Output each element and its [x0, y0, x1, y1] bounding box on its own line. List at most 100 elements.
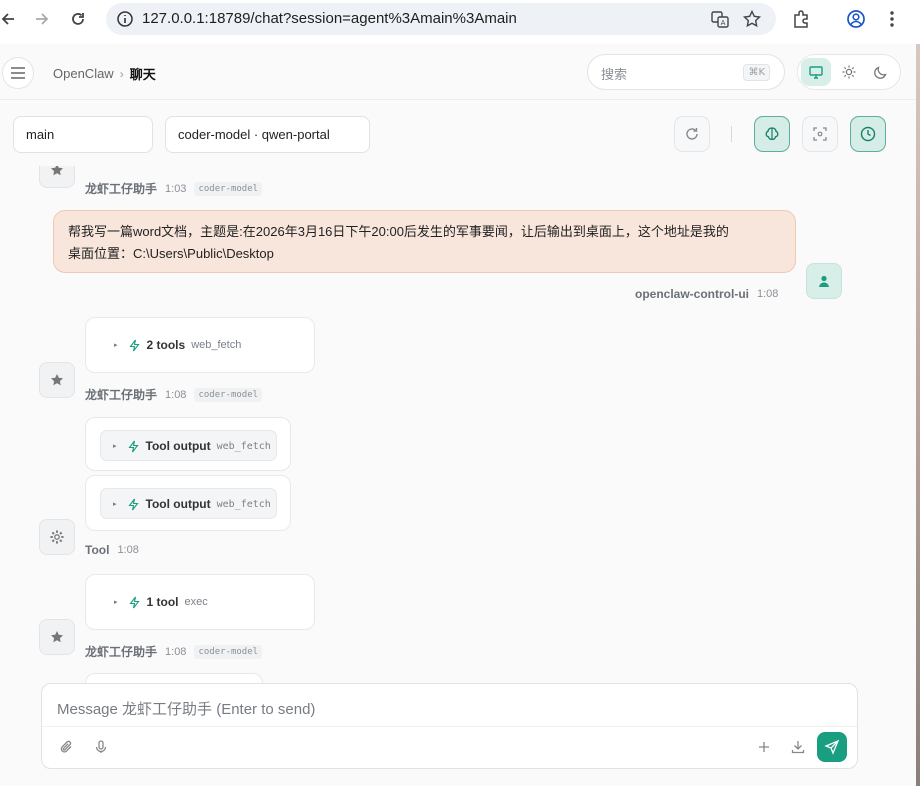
extensions-icon[interactable]: [791, 8, 813, 30]
attach-button[interactable]: [58, 738, 76, 756]
breadcrumb-root[interactable]: OpenClaw: [53, 66, 114, 81]
model-select[interactable]: coder-model · qwen-portal: [165, 116, 370, 153]
tool-avatar: [39, 519, 75, 555]
search-shortcut-badge: ⌘K: [743, 64, 770, 81]
message-time: 1:08: [117, 544, 139, 556]
search-input[interactable]: 搜索 ⌘K: [587, 54, 785, 90]
svg-text:A: A: [721, 19, 726, 27]
user-message-line: 桌面位置：C:\Users\Public\Desktop: [68, 246, 274, 261]
star-icon: [51, 166, 63, 176]
message-time: 1:08: [165, 645, 187, 658]
tool-name: exec: [184, 596, 208, 608]
site-info-icon[interactable]: [116, 10, 134, 28]
tool-call-card[interactable]: ▸ 1 tool exec: [85, 574, 315, 630]
assistant-avatar: [39, 619, 75, 655]
tool-output-label: Tool output: [145, 497, 211, 511]
sun-icon: [842, 65, 856, 79]
monitor-icon: [809, 66, 823, 79]
gear-icon: [50, 530, 64, 544]
tool-output-toggle[interactable]: ▸ Tool output web_fetch: [100, 430, 277, 461]
reload-icon[interactable]: [66, 7, 90, 31]
profile-icon[interactable]: [845, 8, 867, 30]
lightning-icon: [128, 596, 140, 608]
voice-button[interactable]: [92, 738, 110, 756]
agent-select[interactable]: main: [13, 116, 153, 153]
composer-divider: [42, 726, 857, 727]
chat-toolbar: main coder-model · qwen-portal: [0, 100, 916, 166]
message-meta: 龙虾工仔助手 1:03 coder-model: [85, 180, 263, 197]
browser-toolbar: 127.0.0.1:18789/chat?session=agent%3Amai…: [0, 0, 920, 38]
tool-output-label: Tool output: [145, 439, 211, 453]
sender-name: 龙虾工仔助手: [85, 645, 158, 659]
lightning-icon: [127, 498, 139, 510]
theme-switcher: [797, 54, 901, 90]
lightning-icon: [128, 339, 140, 351]
model-tag: coder-model: [194, 644, 263, 659]
refresh-button[interactable]: [674, 116, 710, 152]
chat-thread: 龙虾工仔助手 1:03 coder-model 帮我写一篇word文档，主题是:…: [0, 166, 916, 684]
person-icon: [819, 275, 829, 287]
sender-name: 龙虾工仔助手: [85, 388, 158, 402]
tool-name: web_fetch: [216, 440, 271, 452]
bookmark-star-icon[interactable]: [742, 9, 762, 29]
export-button[interactable]: [789, 738, 807, 756]
kebab-menu-icon[interactable]: [881, 8, 903, 30]
page-title: 聊天: [129, 67, 156, 82]
app-header: OpenClaw › 聊天 搜索 ⌘K: [0, 44, 916, 100]
refresh-icon: [686, 128, 698, 140]
message-meta: 龙虾工仔助手 1:08 coder-model: [85, 386, 263, 403]
background-window-edge: [916, 44, 920, 786]
tool-count: 2 tools: [146, 338, 186, 352]
toolbar-divider: [731, 126, 732, 142]
model-tag: coder-model: [194, 387, 263, 402]
user-avatar: [806, 263, 842, 299]
user-message-bubble: 帮我写一篇word文档，主题是:在2026年3月16日下午20:00后发生的军事…: [53, 210, 796, 273]
tool-output-summary: ▸ Tool output web_fetch: [113, 497, 271, 511]
star-icon: [51, 631, 63, 643]
expand-caret-icon: ▸: [114, 599, 118, 606]
tool-summary[interactable]: ▸ 1 tool exec: [114, 595, 208, 609]
focus-icon: [813, 127, 827, 141]
url-text[interactable]: 127.0.0.1:18789/chat?session=agent%3Amai…: [142, 10, 517, 27]
sender-name: Tool: [85, 543, 110, 557]
history-button[interactable]: [850, 116, 886, 152]
microphone-icon: [95, 740, 107, 753]
message-time: 1:03: [165, 182, 187, 195]
message-composer: Message 龙虾工仔助手 (Enter to send): [41, 683, 858, 769]
expand-caret-icon: ▸: [113, 443, 117, 450]
message-meta: 龙虾工仔助手 1:08 coder-model: [85, 643, 263, 660]
theme-light-button[interactable]: [834, 58, 864, 86]
tool-output-card: ▸ Tool output web_fetch: [85, 475, 291, 531]
sidebar-toggle-button[interactable]: [2, 57, 34, 89]
theme-system-button[interactable]: [801, 58, 831, 86]
message-time: 1:08: [757, 288, 779, 300]
new-chat-button[interactable]: [755, 738, 773, 756]
translate-icon[interactable]: A: [710, 9, 730, 29]
send-icon: [824, 739, 840, 755]
message-input[interactable]: Message 龙虾工仔助手 (Enter to send): [57, 698, 315, 719]
forward-arrow-icon[interactable]: [30, 7, 54, 31]
tool-summary[interactable]: ▸ 2 tools web_fetch: [114, 338, 241, 352]
search-placeholder: 搜索: [601, 67, 628, 82]
back-arrow-icon[interactable]: [0, 7, 20, 31]
clock-icon: [860, 126, 876, 142]
send-button[interactable]: [817, 732, 847, 762]
plus-icon: [759, 742, 769, 752]
focus-mode-button[interactable]: [802, 116, 838, 152]
tool-call-card[interactable]: ▸ 2 tools web_fetch: [85, 317, 315, 373]
tool-output-summary: ▸ Tool output web_fetch: [113, 439, 271, 453]
star-icon: [51, 374, 63, 386]
tool-name: web_fetch: [191, 339, 242, 351]
tool-output-toggle[interactable]: ▸ Tool output web_fetch: [100, 488, 277, 519]
lightning-icon: [127, 440, 139, 452]
brain-icon: [765, 127, 779, 141]
thinking-toggle-button[interactable]: [754, 116, 790, 152]
tool-name: web_fetch: [216, 498, 271, 510]
sender-name: 龙虾工仔助手: [85, 182, 158, 196]
paperclip-icon: [60, 740, 72, 753]
address-bar[interactable]: 127.0.0.1:18789/chat?session=agent%3Amai…: [106, 3, 776, 35]
message-meta: Tool 1:08: [85, 543, 139, 557]
theme-dark-button[interactable]: [866, 58, 896, 86]
expand-caret-icon: ▸: [114, 342, 118, 349]
expand-caret-icon: ▸: [113, 501, 117, 508]
